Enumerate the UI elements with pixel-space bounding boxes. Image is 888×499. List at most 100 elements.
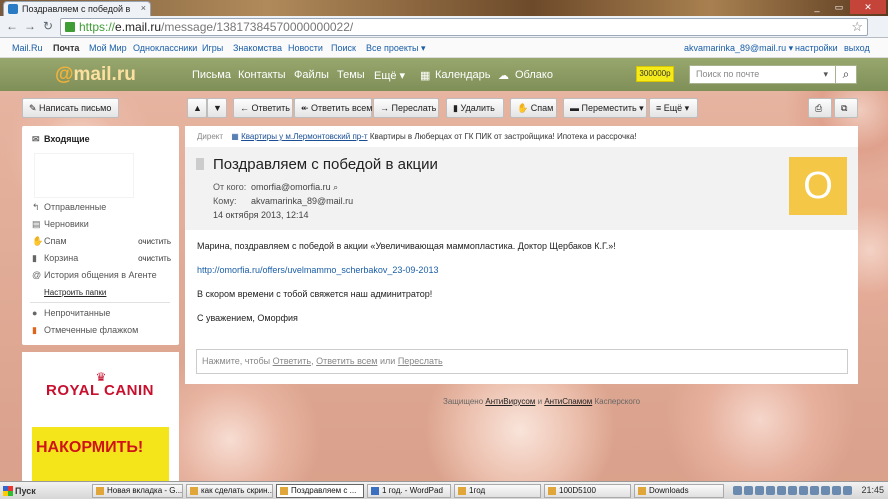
- prev-message-button[interactable]: ▲: [187, 98, 207, 118]
- quick-reply-all-link[interactable]: Ответить всем: [316, 356, 377, 366]
- tray-icon[interactable]: [832, 486, 841, 495]
- tray-icon[interactable]: [766, 486, 775, 495]
- spam-button[interactable]: ✋ Спам: [510, 98, 557, 118]
- folder-spam[interactable]: ✋Спам: [32, 236, 67, 247]
- quick-forward-link[interactable]: Переслать: [398, 356, 443, 366]
- antispam-link[interactable]: АнтиСпамом: [544, 397, 592, 406]
- folder-sent[interactable]: ↰ Отправленные: [32, 202, 106, 213]
- message-line-1: Марина, поздравляем с победой в акции «У…: [197, 241, 616, 251]
- taskbar-item-newtab[interactable]: Новая вкладка - G...: [92, 484, 183, 498]
- portal-link-dating[interactable]: Знакомства: [233, 43, 282, 53]
- message-flag-icon[interactable]: [196, 158, 204, 170]
- portal-link-myworld[interactable]: Мой Мир: [89, 43, 127, 53]
- chrome-icon: [190, 487, 198, 495]
- clear-spam-link[interactable]: очистить: [138, 237, 171, 246]
- nav-contacts[interactable]: Контакты: [238, 69, 286, 81]
- portal-link-mailru[interactable]: Mail.Ru: [12, 43, 43, 53]
- settings-link[interactable]: настройки: [795, 43, 838, 53]
- taskbar-item-wordpad[interactable]: 1 год. - WordPad: [367, 484, 451, 498]
- search-button[interactable]: ⌕: [835, 65, 857, 84]
- close-window-icon[interactable]: ✕: [850, 0, 886, 14]
- user-account-menu[interactable]: akvamarinka_89@mail.ru ▾: [684, 43, 793, 54]
- direct-ad-text[interactable]: Квартиры в Люберцах от ГК ПИК от застрой…: [370, 132, 637, 141]
- from-address[interactable]: omorfia@omorfia.ru: [251, 182, 331, 192]
- start-button[interactable]: Пуск: [2, 484, 36, 498]
- nav-cloud[interactable]: Облако: [515, 69, 553, 81]
- message-date: 14 октября 2013, 12:14: [213, 210, 309, 220]
- tray-icon[interactable]: [755, 486, 764, 495]
- forward-button[interactable]: → Переслать: [373, 98, 439, 118]
- portal-link-mail[interactable]: Почта: [53, 43, 79, 53]
- tray-icon[interactable]: [777, 486, 786, 495]
- folder-icon: [548, 487, 556, 495]
- quick-reply-box[interactable]: Нажмите, чтобы Ответить, Ответить всем и…: [196, 349, 848, 374]
- sender-search-icon[interactable]: ⌕: [331, 182, 338, 192]
- to-address[interactable]: akvamarinka_89@mail.ru: [251, 196, 353, 206]
- portal-link-ok[interactable]: Одноклассники: [133, 43, 197, 53]
- message-link[interactable]: http://omorfia.ru/offers/uvelmammo_scher…: [197, 265, 438, 275]
- tray-icon[interactable]: [744, 486, 753, 495]
- delete-button[interactable]: ▮ Удалить: [446, 98, 504, 118]
- nav-more[interactable]: Ещё ▾: [374, 69, 405, 82]
- address-bar[interactable]: https://e.mail.ru/message/13817384570000…: [60, 18, 868, 36]
- message-header: Поздравляем с победой в акции От кого: om…: [185, 147, 858, 230]
- folder-inbox[interactable]: ✉ Входящие: [32, 134, 90, 145]
- windows-taskbar: Пуск Новая вкладка - G... как сделать ск…: [0, 481, 888, 499]
- portal-link-news[interactable]: Новости: [288, 43, 323, 53]
- next-message-button[interactable]: ▼: [207, 98, 227, 118]
- filter-unread[interactable]: ● Непрочитанные: [32, 308, 110, 318]
- compose-button[interactable]: ✎ Написать письмо: [22, 98, 119, 118]
- folder-trash[interactable]: ▮ Корзина: [32, 253, 78, 264]
- tray-icon[interactable]: [843, 486, 852, 495]
- folder-agent-history[interactable]: @ История общения в Агенте: [32, 270, 157, 280]
- mailru-favicon-icon: [8, 4, 18, 14]
- promo-badge[interactable]: 300000р: [636, 66, 674, 82]
- filter-flagged[interactable]: ▮ Отмеченные флажком: [32, 325, 138, 336]
- banner-ad[interactable]: ♛ ROYAL CANIN НАКОРМИТЬ!: [22, 352, 179, 482]
- forward-icon[interactable]: →: [22, 19, 38, 35]
- taskbar-item-mail[interactable]: Поздравляем с ...: [276, 484, 364, 498]
- tray-icon[interactable]: [810, 486, 819, 495]
- tab-close-icon[interactable]: ×: [141, 3, 146, 13]
- search-dropdown-icon[interactable]: ▾: [823, 69, 828, 80]
- message-link-row: http://omorfia.ru/offers/uvelmammo_scher…: [197, 265, 438, 275]
- portal-link-allprojects[interactable]: Все проекты ▾: [366, 43, 426, 54]
- tray-icon[interactable]: [733, 486, 742, 495]
- tray-icon[interactable]: [788, 486, 797, 495]
- bookmark-star-icon[interactable]: ☆: [851, 19, 863, 35]
- taskbar-item-folder-100d5100[interactable]: 100D5100: [544, 484, 631, 498]
- browser-tab-active[interactable]: Поздравляем с победой в ×: [3, 1, 151, 16]
- tray-icon[interactable]: [821, 486, 830, 495]
- reload-icon[interactable]: ↻: [40, 19, 56, 35]
- taskbar-item-folder-1god[interactable]: 1год: [454, 484, 541, 498]
- portal-link-games[interactable]: Игры: [202, 43, 223, 53]
- reply-all-button[interactable]: ↞ Ответить всем: [294, 98, 372, 118]
- nav-calendar[interactable]: Календарь: [435, 69, 491, 81]
- arrow-down-icon: ▼: [213, 103, 222, 113]
- maximize-icon[interactable]: ▭: [828, 0, 850, 14]
- clear-trash-link[interactable]: очистить: [138, 254, 171, 263]
- quick-reply-link[interactable]: Ответить: [273, 356, 311, 366]
- more-button[interactable]: ≡ Ещё ▾: [649, 98, 698, 118]
- move-button[interactable]: ▬ Переместить ▾: [563, 98, 647, 118]
- search-input[interactable]: Поиск по почте ▾: [689, 65, 837, 84]
- reply-button[interactable]: ← Ответить: [233, 98, 293, 118]
- taskbar-item-downloads[interactable]: Downloads: [634, 484, 724, 498]
- nav-letters[interactable]: Письма: [192, 69, 231, 81]
- minimize-icon[interactable]: _: [806, 0, 828, 14]
- direct-ad-link[interactable]: Квартиры у м.Лермонтовский пр-т: [241, 132, 368, 141]
- open-new-window-button[interactable]: ⧉: [834, 98, 858, 118]
- back-icon[interactable]: ←: [4, 19, 20, 35]
- antivirus-link[interactable]: АнтиВирусом: [485, 397, 535, 406]
- forward-arrow-icon: →: [380, 103, 392, 113]
- tray-icon[interactable]: [799, 486, 808, 495]
- configure-folders-link[interactable]: Настроить папки: [44, 288, 106, 297]
- nav-themes[interactable]: Темы: [337, 69, 365, 81]
- portal-link-search[interactable]: Поиск: [331, 43, 356, 53]
- taskbar-item-screenshot[interactable]: как сделать скрин...: [186, 484, 273, 498]
- folder-drafts[interactable]: ▤ Черновики: [32, 219, 89, 230]
- logout-link[interactable]: выход: [844, 43, 870, 53]
- mailru-logo[interactable]: @mail.ru: [55, 64, 136, 86]
- nav-files[interactable]: Файлы: [294, 69, 329, 81]
- print-button[interactable]: ⎙: [808, 98, 832, 118]
